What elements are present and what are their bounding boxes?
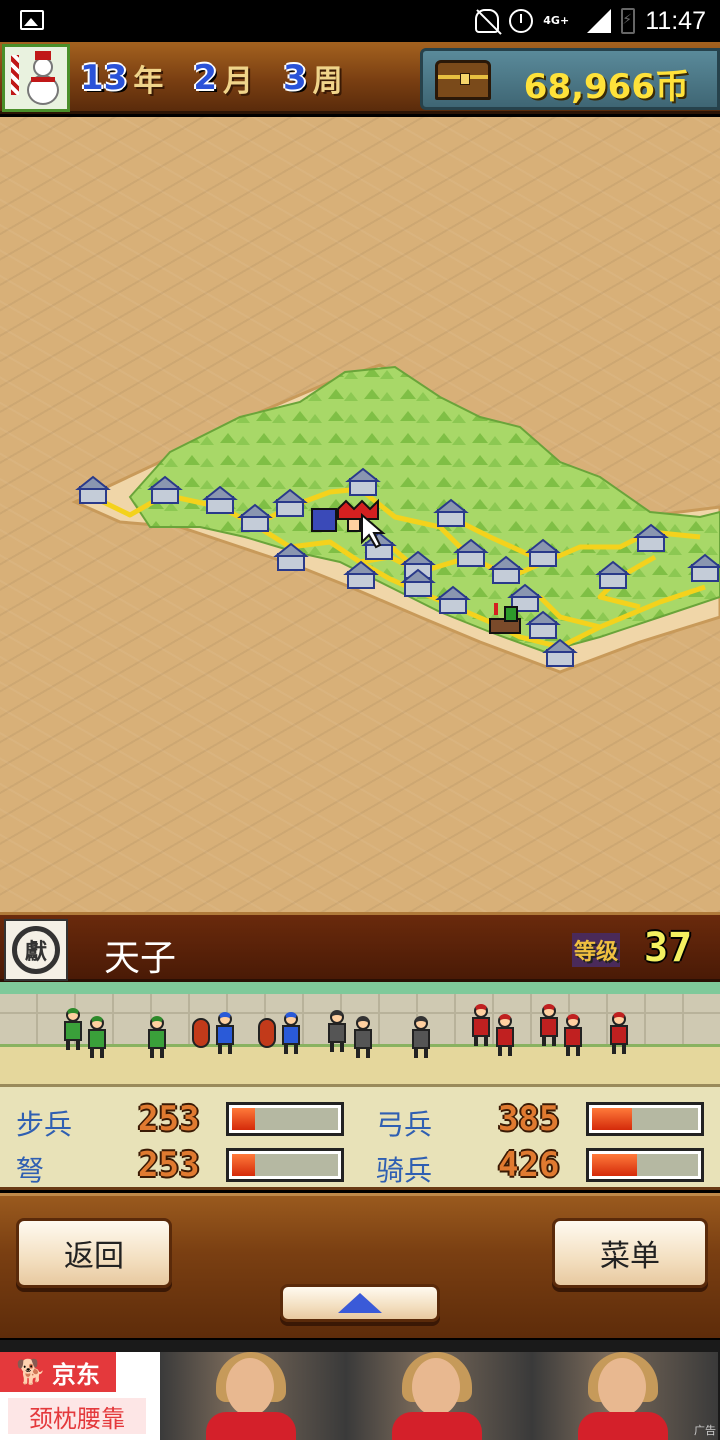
expand-up-button[interactable] <box>280 1284 440 1322</box>
ad-photo[interactable] <box>532 1352 718 1440</box>
alarm-icon <box>509 9 534 33</box>
battery-charging-icon <box>621 8 636 34</box>
month-unit: 月 <box>223 64 253 99</box>
ad-brand[interactable]: 🐕 京东 颈枕腰靠 <box>0 1352 160 1440</box>
level-value: 37 <box>644 925 693 971</box>
clock: 11:47 <box>645 6 706 35</box>
enemy-army[interactable] <box>489 603 521 634</box>
ad-photo[interactable] <box>160 1352 346 1440</box>
archer-unit-icon <box>410 1016 432 1060</box>
candy-stick-icon <box>11 55 19 95</box>
mute-icon <box>475 9 500 33</box>
stat-archer: 弓兵 385 <box>376 1099 716 1141</box>
signal-icon <box>587 9 612 33</box>
gallery-icon <box>20 10 44 30</box>
castle[interactable] <box>75 475 111 504</box>
stat-crossbow: 弩 253 <box>16 1145 356 1187</box>
stat-cavalry: 骑兵 426 <box>376 1145 716 1187</box>
top-hud: 13 年 2 月 3 周 68,966币 <box>0 42 720 114</box>
treasure-chest-icon <box>435 60 491 100</box>
ad-photo[interactable] <box>346 1352 532 1440</box>
game-date: 13 年 2 月 3 周 <box>80 56 343 100</box>
crossbow-bar <box>226 1148 344 1182</box>
crossbow-unit-icon <box>214 1012 236 1056</box>
infantry-unit-icon <box>62 1008 84 1052</box>
map-terrain[interactable] <box>0 117 720 912</box>
money-panel: 68,966币 <box>420 48 720 110</box>
archer-bar <box>586 1102 704 1136</box>
cavalry-unit-icon <box>538 1004 560 1048</box>
ad-banner[interactable]: 🐕 京东 颈枕腰靠 广告 <box>0 1340 720 1440</box>
archer-unit-icon <box>326 1010 348 1054</box>
year-value: 13 <box>80 58 128 98</box>
shield-icon <box>258 1018 276 1048</box>
troop-stats: 步兵 253 弓兵 385 弩 253 骑兵 426 <box>0 1084 720 1190</box>
dog-logo-icon: 🐕 <box>16 1358 46 1386</box>
network-type: 4G+ <box>543 14 570 27</box>
shield-icon <box>192 1018 210 1048</box>
bottom-controls: 返回 菜单 <box>0 1193 720 1338</box>
infantry-unit-icon <box>146 1016 168 1060</box>
ruler-info-bar: 獻 天子 等级 37 <box>0 912 720 982</box>
week-value: 3 <box>283 58 307 98</box>
ad-label: 广告 <box>694 1424 716 1437</box>
stat-infantry: 步兵 253 <box>16 1099 356 1141</box>
archer-unit-icon <box>352 1016 374 1060</box>
crossbow-unit-icon <box>280 1012 302 1056</box>
infantry-unit-icon <box>86 1016 108 1060</box>
money-amount: 68,966币 <box>523 67 689 107</box>
year-unit: 年 <box>133 64 164 99</box>
cavalry-unit-icon <box>470 1004 492 1048</box>
ruler-name: 天子 <box>104 938 177 979</box>
ad-tagline: 颈枕腰靠 <box>8 1398 146 1434</box>
troops-strip <box>0 982 720 1084</box>
ad-brand-name: 京东 <box>51 1360 100 1389</box>
level-label: 等级 <box>572 933 621 967</box>
clan-emblem-icon: 獻 <box>4 919 68 981</box>
week-unit: 周 <box>312 64 343 99</box>
up-arrow-icon <box>338 1293 382 1313</box>
menu-button[interactable]: 菜单 <box>552 1218 708 1288</box>
month-value: 2 <box>193 58 217 98</box>
back-button[interactable]: 返回 <box>16 1218 172 1288</box>
season-portrait[interactable] <box>2 44 70 112</box>
cavalry-unit-icon <box>562 1014 584 1058</box>
infantry-bar <box>226 1102 344 1136</box>
cavalry-unit-icon <box>494 1014 516 1058</box>
cavalry-unit-icon <box>608 1012 630 1056</box>
cavalry-bar <box>586 1148 704 1182</box>
world-map[interactable] <box>0 117 720 912</box>
status-bar: 4G+ 11:47 <box>0 0 720 42</box>
